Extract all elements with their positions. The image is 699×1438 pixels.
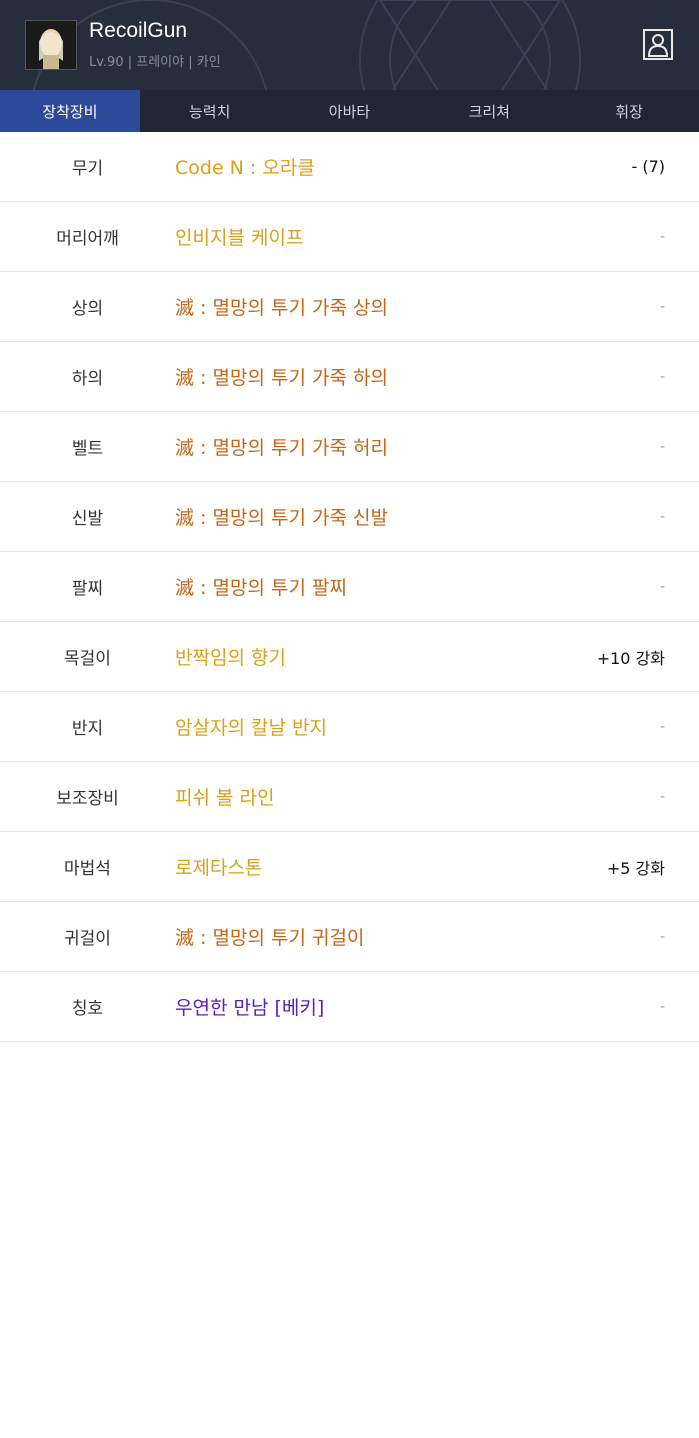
equipment-row[interactable]: 벨트 滅 : 멸망의 투기 가죽 허리 - <box>0 412 699 482</box>
equipment-item-name[interactable]: 滅 : 멸망의 투기 가죽 허리 <box>175 412 388 481</box>
equipment-enhance-value: - <box>659 928 665 945</box>
equipment-item-name[interactable]: 滅 : 멸망의 투기 귀걸이 <box>175 902 364 971</box>
equipment-enhance-value: - <box>659 438 665 455</box>
equipment-item-name[interactable]: 인비지블 케이프 <box>175 202 303 271</box>
equipment-enhance-value: - <box>659 368 665 385</box>
equipment-item-name[interactable]: 滅 : 멸망의 투기 가죽 신발 <box>175 482 388 551</box>
equipment-row[interactable]: 하의 滅 : 멸망의 투기 가죽 하의 - <box>0 342 699 412</box>
equipment-slot-label: 상의 <box>71 299 104 319</box>
character-header: RecoilGun Lv.90 | 프레이야 | 카인 <box>0 0 699 90</box>
equipment-slot-label: 머리어깨 <box>56 229 119 249</box>
profile-button[interactable] <box>643 29 673 60</box>
equipment-enhance-value: +10 강화 <box>596 648 665 668</box>
tab-creature[interactable]: 크리쳐 <box>419 90 559 132</box>
equipment-item-name[interactable]: 滅 : 멸망의 투기 팔찌 <box>175 552 347 621</box>
equipment-row[interactable]: 머리어깨 인비지블 케이프 - <box>0 202 699 272</box>
equipment-row[interactable]: 팔찌 滅 : 멸망의 투기 팔찌 - <box>0 552 699 622</box>
equipment-slot-label: 반지 <box>71 719 104 739</box>
equipment-item-name[interactable]: 로제타스톤 <box>175 832 262 901</box>
equipment-slot-label: 귀걸이 <box>64 929 111 949</box>
equipment-item-name[interactable]: Code N : 오라클 <box>175 132 315 201</box>
equipment-item-name[interactable]: 우연한 만남 [베키] <box>175 972 324 1041</box>
equipment-row[interactable]: 신발 滅 : 멸망의 투기 가죽 신발 - <box>0 482 699 552</box>
equipment-row[interactable]: 귀걸이 滅 : 멸망의 투기 귀걸이 - <box>0 902 699 972</box>
tab-avatar[interactable]: 아바타 <box>280 90 420 132</box>
equipment-enhance-value: - (7) <box>631 157 665 176</box>
equipment-item-name[interactable]: 피쉬 볼 라인 <box>175 762 274 831</box>
equipment-slot-label: 하의 <box>71 369 104 389</box>
tab-stats[interactable]: 능력치 <box>140 90 280 132</box>
equipment-enhance-value: - <box>659 718 665 735</box>
equipment-row[interactable]: 상의 滅 : 멸망의 투기 가죽 상의 - <box>0 272 699 342</box>
equipment-enhance-value: - <box>659 298 665 315</box>
equipment-enhance-value: - <box>659 998 665 1015</box>
equipment-row[interactable]: 무기 Code N : 오라클 - (7) <box>0 132 699 202</box>
character-info: Lv.90 | 프레이야 | 카인 <box>89 55 221 70</box>
tab-emblem[interactable]: 휘장 <box>559 90 699 132</box>
equipment-slot-label: 마법석 <box>64 859 111 879</box>
equipment-row[interactable]: 칭호 우연한 만남 [베키] - <box>0 972 699 1042</box>
character-name: RecoilGun <box>89 19 188 42</box>
equipment-item-name[interactable]: 반짝임의 향기 <box>175 622 286 691</box>
equipment-item-name[interactable]: 滅 : 멸망의 투기 가죽 상의 <box>175 272 388 341</box>
equipment-row[interactable]: 보조장비 피쉬 볼 라인 - <box>0 762 699 832</box>
equipment-slot-label: 신발 <box>71 509 104 529</box>
equipment-slot-label: 벨트 <box>71 439 104 459</box>
equipment-enhance-value: - <box>659 578 665 595</box>
equipment-slot-label: 칭호 <box>71 999 104 1019</box>
equipment-list: 무기 Code N : 오라클 - (7) 머리어깨 인비지블 케이프 - 상의 滅 : 멸망… <box>0 132 699 1042</box>
character-avatar <box>25 20 77 70</box>
equipment-row[interactable]: 반지 암살자의 칼날 반지 - <box>0 692 699 762</box>
equipment-enhance-value: - <box>659 788 665 805</box>
user-icon <box>647 34 669 57</box>
equipment-row[interactable]: 마법석 로제타스톤 +5 강화 <box>0 832 699 902</box>
equipment-slot-label: 팔찌 <box>71 579 104 599</box>
equipment-enhance-value: - <box>659 228 665 245</box>
equipment-enhance-value: - <box>659 508 665 525</box>
equipment-item-name[interactable]: 滅 : 멸망의 투기 가죽 하의 <box>175 342 388 411</box>
equipment-item-name[interactable]: 암살자의 칼날 반지 <box>175 692 327 761</box>
equipment-enhance-value: +5 강화 <box>606 858 665 878</box>
equipment-slot-label: 목걸이 <box>64 649 111 669</box>
header-background-pattern <box>32 0 581 90</box>
equipment-row[interactable]: 목걸이 반짝임의 향기 +10 강화 <box>0 622 699 692</box>
tab-bar: 장착장비 능력치 아바타 크리쳐 휘장 <box>0 90 699 132</box>
equipment-slot-label: 무기 <box>71 159 104 179</box>
tab-equipment[interactable]: 장착장비 <box>0 90 140 132</box>
equipment-slot-label: 보조장비 <box>56 789 119 809</box>
